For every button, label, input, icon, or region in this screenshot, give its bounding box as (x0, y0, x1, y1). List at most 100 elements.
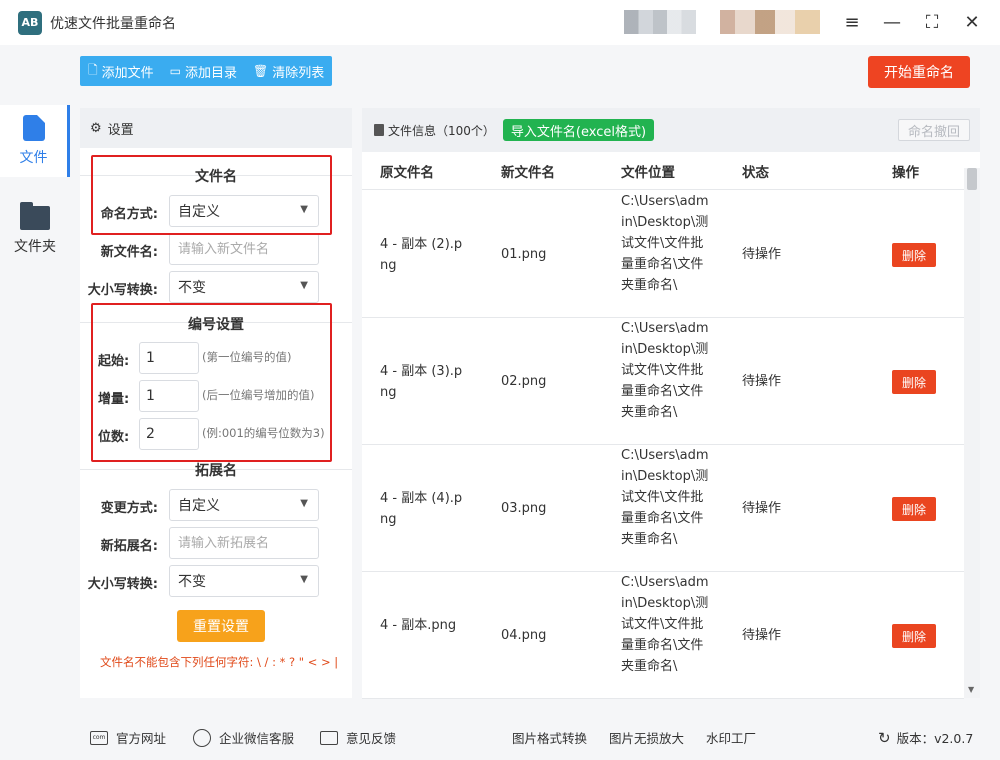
undo-rename-button[interactable]: 命名撤回 (898, 119, 970, 141)
original-filename: 4 - 副本.png (380, 618, 457, 633)
table-header: 原文件名 新文件名 文件位置 状态 操作 (362, 152, 964, 190)
format-convert-link[interactable]: 图片格式转换 (512, 728, 587, 747)
original-filename: 4 - 副本 (4).png (380, 491, 463, 527)
file-location: C:\Users\admin\Desktop\测试文件\文件批量重命名\文件夹重… (621, 448, 709, 547)
nav-item-label: 文件 (19, 150, 48, 166)
close-icon[interactable]: ✕ (960, 10, 984, 34)
toolbar: 🗋 添加文件 ▭ 添加目录 🗑 清除列表 (80, 56, 333, 86)
highlight-box-numbering (91, 303, 332, 462)
nav-item-folder[interactable]: 文件夹 (0, 195, 70, 267)
lossless-upscale-link[interactable]: 图片无损放大 (609, 728, 684, 747)
column-header: 状态 (742, 164, 769, 181)
table-row: 4 - 副本 (4).png 03.png C:\Users\admin\Des… (362, 445, 964, 572)
delete-button[interactable]: 删除 (892, 624, 936, 648)
minimize-icon[interactable]: — (880, 10, 904, 34)
status: 待操作 (742, 247, 782, 262)
app-logo: AB (18, 10, 42, 35)
add-directory-button[interactable]: ▭ 添加目录 (162, 56, 245, 86)
vertical-scrollbar[interactable]: ▼ (964, 168, 980, 698)
file-icon (22, 115, 45, 141)
filename-case-label: 大小写转换: (87, 283, 158, 298)
nav-item-label: 文件夹 (14, 239, 56, 255)
file-count-label: 文件信息（100个） (388, 123, 495, 138)
left-nav: 文件 文件夹 (0, 45, 70, 710)
new-filename: 01.png (501, 247, 547, 262)
table-row: 4 - 副本 (2).png 01.png C:\Users\admin\Des… (362, 191, 964, 318)
menu-icon[interactable]: ≡ (840, 10, 864, 34)
chevron-down-icon: ▼ (300, 280, 308, 291)
table-row: 4 - 副本.png 04.png C:\Users\admin\Desktop… (362, 572, 964, 699)
highlight-box-filename (91, 155, 332, 235)
document-icon (374, 124, 384, 136)
version-info[interactable]: ↻ 版本：v2.0.7 (878, 728, 973, 747)
clear-list-label: 清除列表 (272, 65, 325, 81)
column-header: 原文件名 (380, 164, 434, 181)
extension-mode-select[interactable]: 自定义 ▼ (169, 489, 319, 521)
wechat-support-link[interactable]: 企业微信客服 (193, 728, 294, 747)
folder-icon (20, 202, 50, 230)
filename-case-value: 不变 (178, 280, 206, 296)
maximize-icon[interactable]: ⛶ (920, 10, 944, 34)
filename-case-select[interactable]: 不变 ▼ (169, 271, 319, 303)
table-row: 4 - 副本 (3).png 02.png C:\Users\admin\Des… (362, 318, 964, 445)
website-label: 官方网址 (116, 731, 167, 746)
file-location: C:\Users\admin\Desktop\测试文件\文件批量重命名\文件夹重… (621, 575, 709, 674)
file-location: C:\Users\admin\Desktop\测试文件\文件批量重命名\文件夹重… (621, 321, 709, 420)
new-extension-label: 新拓展名: (100, 539, 158, 554)
trash-icon: 🗑 (253, 64, 269, 78)
nav-item-file[interactable]: 文件 (0, 105, 70, 177)
extension-mode-value: 自定义 (178, 498, 220, 514)
watermark-link[interactable]: 水印工厂 (706, 728, 756, 747)
chevron-down-icon: ▼ (300, 574, 308, 585)
extension-case-select[interactable]: 不变 ▼ (169, 565, 319, 597)
version-label: 版本：v2.0.7 (896, 731, 974, 746)
add-file-button[interactable]: 🗋 添加文件 (80, 56, 162, 86)
settings-panel: ⚙ 设置 文件名 命名方式: 自定义 ▼ 新文件名: 大小写转换: 不变 ▼ 编… (80, 108, 352, 698)
new-filename: 02.png (501, 374, 547, 389)
website-icon: com (90, 730, 108, 745)
clear-list-button[interactable]: 🗑 清除列表 (245, 56, 332, 86)
column-header: 文件位置 (621, 164, 675, 181)
status: 待操作 (742, 628, 782, 643)
import-excel-button[interactable]: 导入文件名(excel格式) (502, 119, 655, 141)
original-filename: 4 - 副本 (3).png (380, 364, 463, 400)
new-filename: 03.png (501, 501, 547, 516)
column-header: 操作 (892, 164, 919, 181)
feedback-link[interactable]: 意见反馈 (320, 728, 396, 747)
website-link[interactable]: com 官方网址 (90, 728, 166, 747)
new-filename: 04.png (501, 628, 547, 643)
file-location: C:\Users\admin\Desktop\测试文件\文件批量重命名\文件夹重… (621, 194, 709, 293)
status: 待操作 (742, 501, 782, 516)
refresh-icon: ↻ (878, 728, 891, 747)
chevron-down-icon: ▼ (300, 498, 308, 509)
gear-icon: ⚙ (90, 120, 102, 136)
new-filename-label: 新文件名: (100, 245, 158, 260)
extension-case-label: 大小写转换: (87, 577, 158, 592)
scrollbar-thumb[interactable] (967, 168, 977, 190)
extension-case-value: 不变 (178, 574, 206, 590)
add-file-label: 添加文件 (101, 65, 154, 81)
settings-title: 设置 (107, 122, 134, 138)
chat-icon (193, 728, 211, 747)
delete-button[interactable]: 删除 (892, 497, 936, 521)
scroll-down-icon[interactable]: ▼ (968, 685, 974, 694)
invalid-chars-warning: 文件名不能包含下列任何字符: \ / : * ? " < > | (100, 655, 339, 669)
file-list-panel: 文件信息（100个） 导入文件名(excel格式) 命名撤回 原文件名 新文件名… (362, 108, 980, 699)
extension-mode-label: 变更方式: (100, 501, 158, 516)
column-header: 新文件名 (501, 164, 555, 181)
feedback-label: 意见反馈 (346, 731, 397, 746)
delete-button[interactable]: 删除 (892, 370, 936, 394)
account-avatar-blurred[interactable] (720, 10, 820, 34)
new-extension-input[interactable] (169, 527, 319, 559)
new-filename-input[interactable] (169, 233, 319, 265)
start-rename-button[interactable]: 开始重命名 (868, 56, 970, 88)
user-info-blurred (624, 10, 696, 34)
status: 待操作 (742, 374, 782, 389)
footer: com 官方网址 企业微信客服 意见反馈 图片格式转换 图片无损放大 水印工厂 … (0, 712, 1000, 760)
feedback-icon (320, 730, 338, 745)
delete-button[interactable]: 删除 (892, 243, 936, 267)
reset-settings-button[interactable]: 重置设置 (177, 610, 265, 642)
section-title-extension: 拓展名 (195, 463, 237, 479)
file-icon: 🗋 (88, 62, 98, 77)
wechat-label: 企业微信客服 (219, 731, 295, 746)
